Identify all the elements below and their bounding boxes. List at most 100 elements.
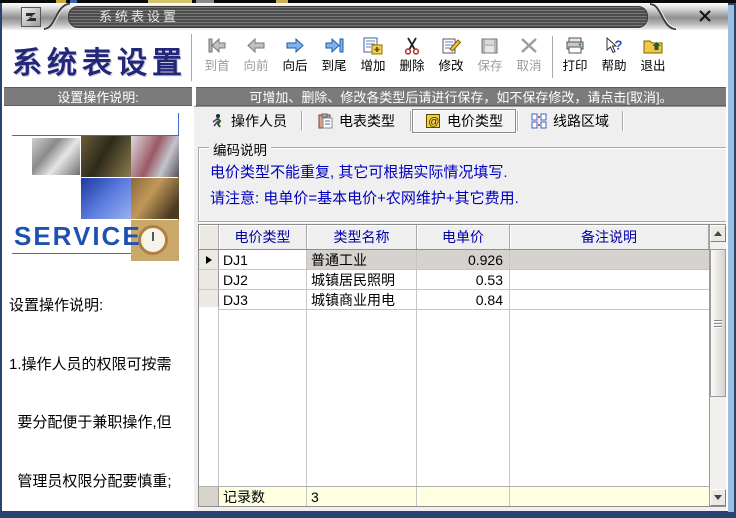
operator-icon (209, 113, 225, 129)
tab-bar: 操作人员 电表类型 @ 电价类型 线路区域 (196, 108, 624, 134)
toolbar-button-label: 修改 (438, 58, 463, 74)
row-indicator (199, 270, 219, 289)
empty-cell (510, 307, 709, 486)
screen: 系统表设置 (0, 0, 736, 518)
tab-line-area[interactable]: 线路区域 (519, 109, 621, 133)
goto-first-icon (205, 34, 229, 58)
scroll-down-button[interactable] (710, 489, 726, 506)
thumb-grip-icon (714, 320, 722, 321)
add-button[interactable]: 增加 (354, 34, 392, 82)
toolbar-button-label: 删除 (399, 58, 424, 74)
column-header[interactable]: 电单价 (417, 225, 510, 249)
cell-price-type[interactable]: DJ1 (219, 250, 307, 269)
svg-text:?: ? (615, 38, 623, 53)
thumb-grip-icon (714, 323, 722, 324)
tab-meter-type[interactable]: 电表类型 (303, 109, 409, 133)
cell-unit-price[interactable]: 0.53 (417, 270, 510, 289)
photo-pens (131, 136, 179, 177)
thumb-grip-icon (714, 326, 722, 327)
toolbar: 到首 向前 向后 (198, 34, 673, 82)
info-bar: 可增加、删除、修改各类型后请进行保存，如不保存修改，请点击[取消]。 (196, 87, 726, 106)
print-icon (563, 34, 587, 58)
table-row[interactable]: DJ2 城镇居民照明 0.53 (199, 270, 709, 290)
grid-body: 电价类型 类型名称 电单价 备注说明 DJ1 普通工业 0.926 (199, 225, 709, 506)
titlebar[interactable]: 系统表设置 (2, 3, 728, 31)
photo-tool (32, 138, 80, 175)
tab-separator (517, 111, 518, 131)
toolbar-button-label: 打印 (562, 58, 587, 74)
goto-last-icon (322, 34, 346, 58)
window-border (728, 5, 734, 512)
tab-separator (301, 111, 302, 131)
empty-cell (417, 307, 510, 486)
exit-button[interactable]: 退出 (634, 34, 672, 82)
tab-label: 线路区域 (553, 111, 609, 131)
column-header[interactable]: 备注说明 (510, 225, 709, 249)
tab-label: 操作人员 (231, 111, 287, 131)
sidebar: SERVICE 设置操作说明: 1.操作人员的权限可按需 要分配便于兼职操作,但… (4, 107, 192, 511)
table-row[interactable]: DJ1 普通工业 0.926 (199, 250, 709, 270)
toolbar-button-label: 向前 (243, 58, 268, 74)
sidebar-caption-bar: 设置操作说明: (4, 87, 192, 106)
toolbar-button-label: 帮助 (601, 58, 626, 74)
note-line: 请注意: 电单价=基本电价+农网维护+其它费用. (210, 186, 726, 212)
modify-button[interactable]: 修改 (432, 34, 470, 82)
record-count-label: 记录数 (219, 487, 307, 506)
scroll-up-button[interactable] (710, 225, 726, 242)
cell-remark[interactable] (510, 270, 709, 289)
delete-button[interactable]: 删除 (393, 34, 431, 82)
cell-unit-price[interactable]: 0.926 (417, 250, 510, 269)
cell-price-type[interactable]: DJ2 (219, 270, 307, 289)
goto-last-button[interactable]: 到尾 (315, 34, 353, 82)
titlebar-curve-decoration (2, 3, 728, 30)
previous-button[interactable]: 向前 (237, 34, 275, 82)
help-button[interactable]: ? 帮助 (595, 34, 633, 82)
dialog-window: 系统表设置 (0, 3, 736, 518)
cancel-button[interactable]: 取消 (510, 34, 548, 82)
grid-header-row: 电价类型 类型名称 电单价 备注说明 (199, 225, 709, 250)
delete-icon (400, 34, 424, 58)
price-type-icon: @ (425, 113, 441, 129)
watch-face (138, 225, 168, 255)
tab-separator (410, 111, 411, 131)
next-button[interactable]: 向后 (276, 34, 314, 82)
row-arrow-icon (206, 256, 212, 264)
price-type-grid: 电价类型 类型名称 电单价 备注说明 DJ1 普通工业 0.926 (198, 224, 726, 507)
scroll-up-icon (714, 231, 722, 236)
close-button[interactable] (697, 8, 713, 24)
column-header[interactable]: 类型名称 (307, 225, 417, 249)
print-button[interactable]: 打印 (556, 34, 594, 82)
vertical-scrollbar[interactable] (709, 225, 726, 506)
coding-note-groupbox: 编码说明 电价类型不能重复, 其它可根据实际情况填写. 请注意: 电单价=基本电… (198, 147, 726, 222)
instruction-line: 要分配便于兼职操作,但 (9, 413, 192, 433)
toolbar-button-label: 增加 (360, 58, 385, 74)
app-icon (21, 7, 41, 27)
tab-operators[interactable]: 操作人员 (196, 109, 300, 133)
tab-separator (622, 111, 623, 131)
cell-type-name[interactable]: 普通工业 (307, 250, 417, 269)
content-panel: 操作人员 电表类型 @ 电价类型 线路区域 (194, 106, 726, 511)
header-divider (191, 34, 192, 81)
scroll-down-icon (714, 495, 722, 500)
grid-empty-area (199, 307, 709, 486)
exit-icon (641, 34, 665, 58)
toolbar-button-label: 保存 (477, 58, 502, 74)
modify-icon (439, 34, 463, 58)
grid-indicator-header (199, 225, 219, 249)
footer-indicator (199, 487, 219, 506)
groupbox-title: 编码说明 (209, 139, 271, 159)
cell-remark[interactable] (510, 250, 709, 269)
toolbar-button-label: 到首 (204, 58, 229, 74)
goto-first-button[interactable]: 到首 (198, 34, 236, 82)
record-count-value: 3 (307, 487, 417, 506)
save-button[interactable]: 保存 (471, 34, 509, 82)
scrollbar-thumb[interactable] (710, 249, 726, 397)
empty-cell (219, 307, 307, 486)
line-area-icon (531, 113, 547, 129)
footer-cell (417, 487, 510, 506)
cell-type-name[interactable]: 城镇居民照明 (307, 270, 417, 289)
toolbar-button-label: 退出 (640, 58, 665, 74)
tab-price-type[interactable]: @ 电价类型 (412, 109, 516, 133)
column-header[interactable]: 电价类型 (219, 225, 307, 249)
note-line: 电价类型不能重复, 其它可根据实际情况填写. (210, 160, 726, 186)
